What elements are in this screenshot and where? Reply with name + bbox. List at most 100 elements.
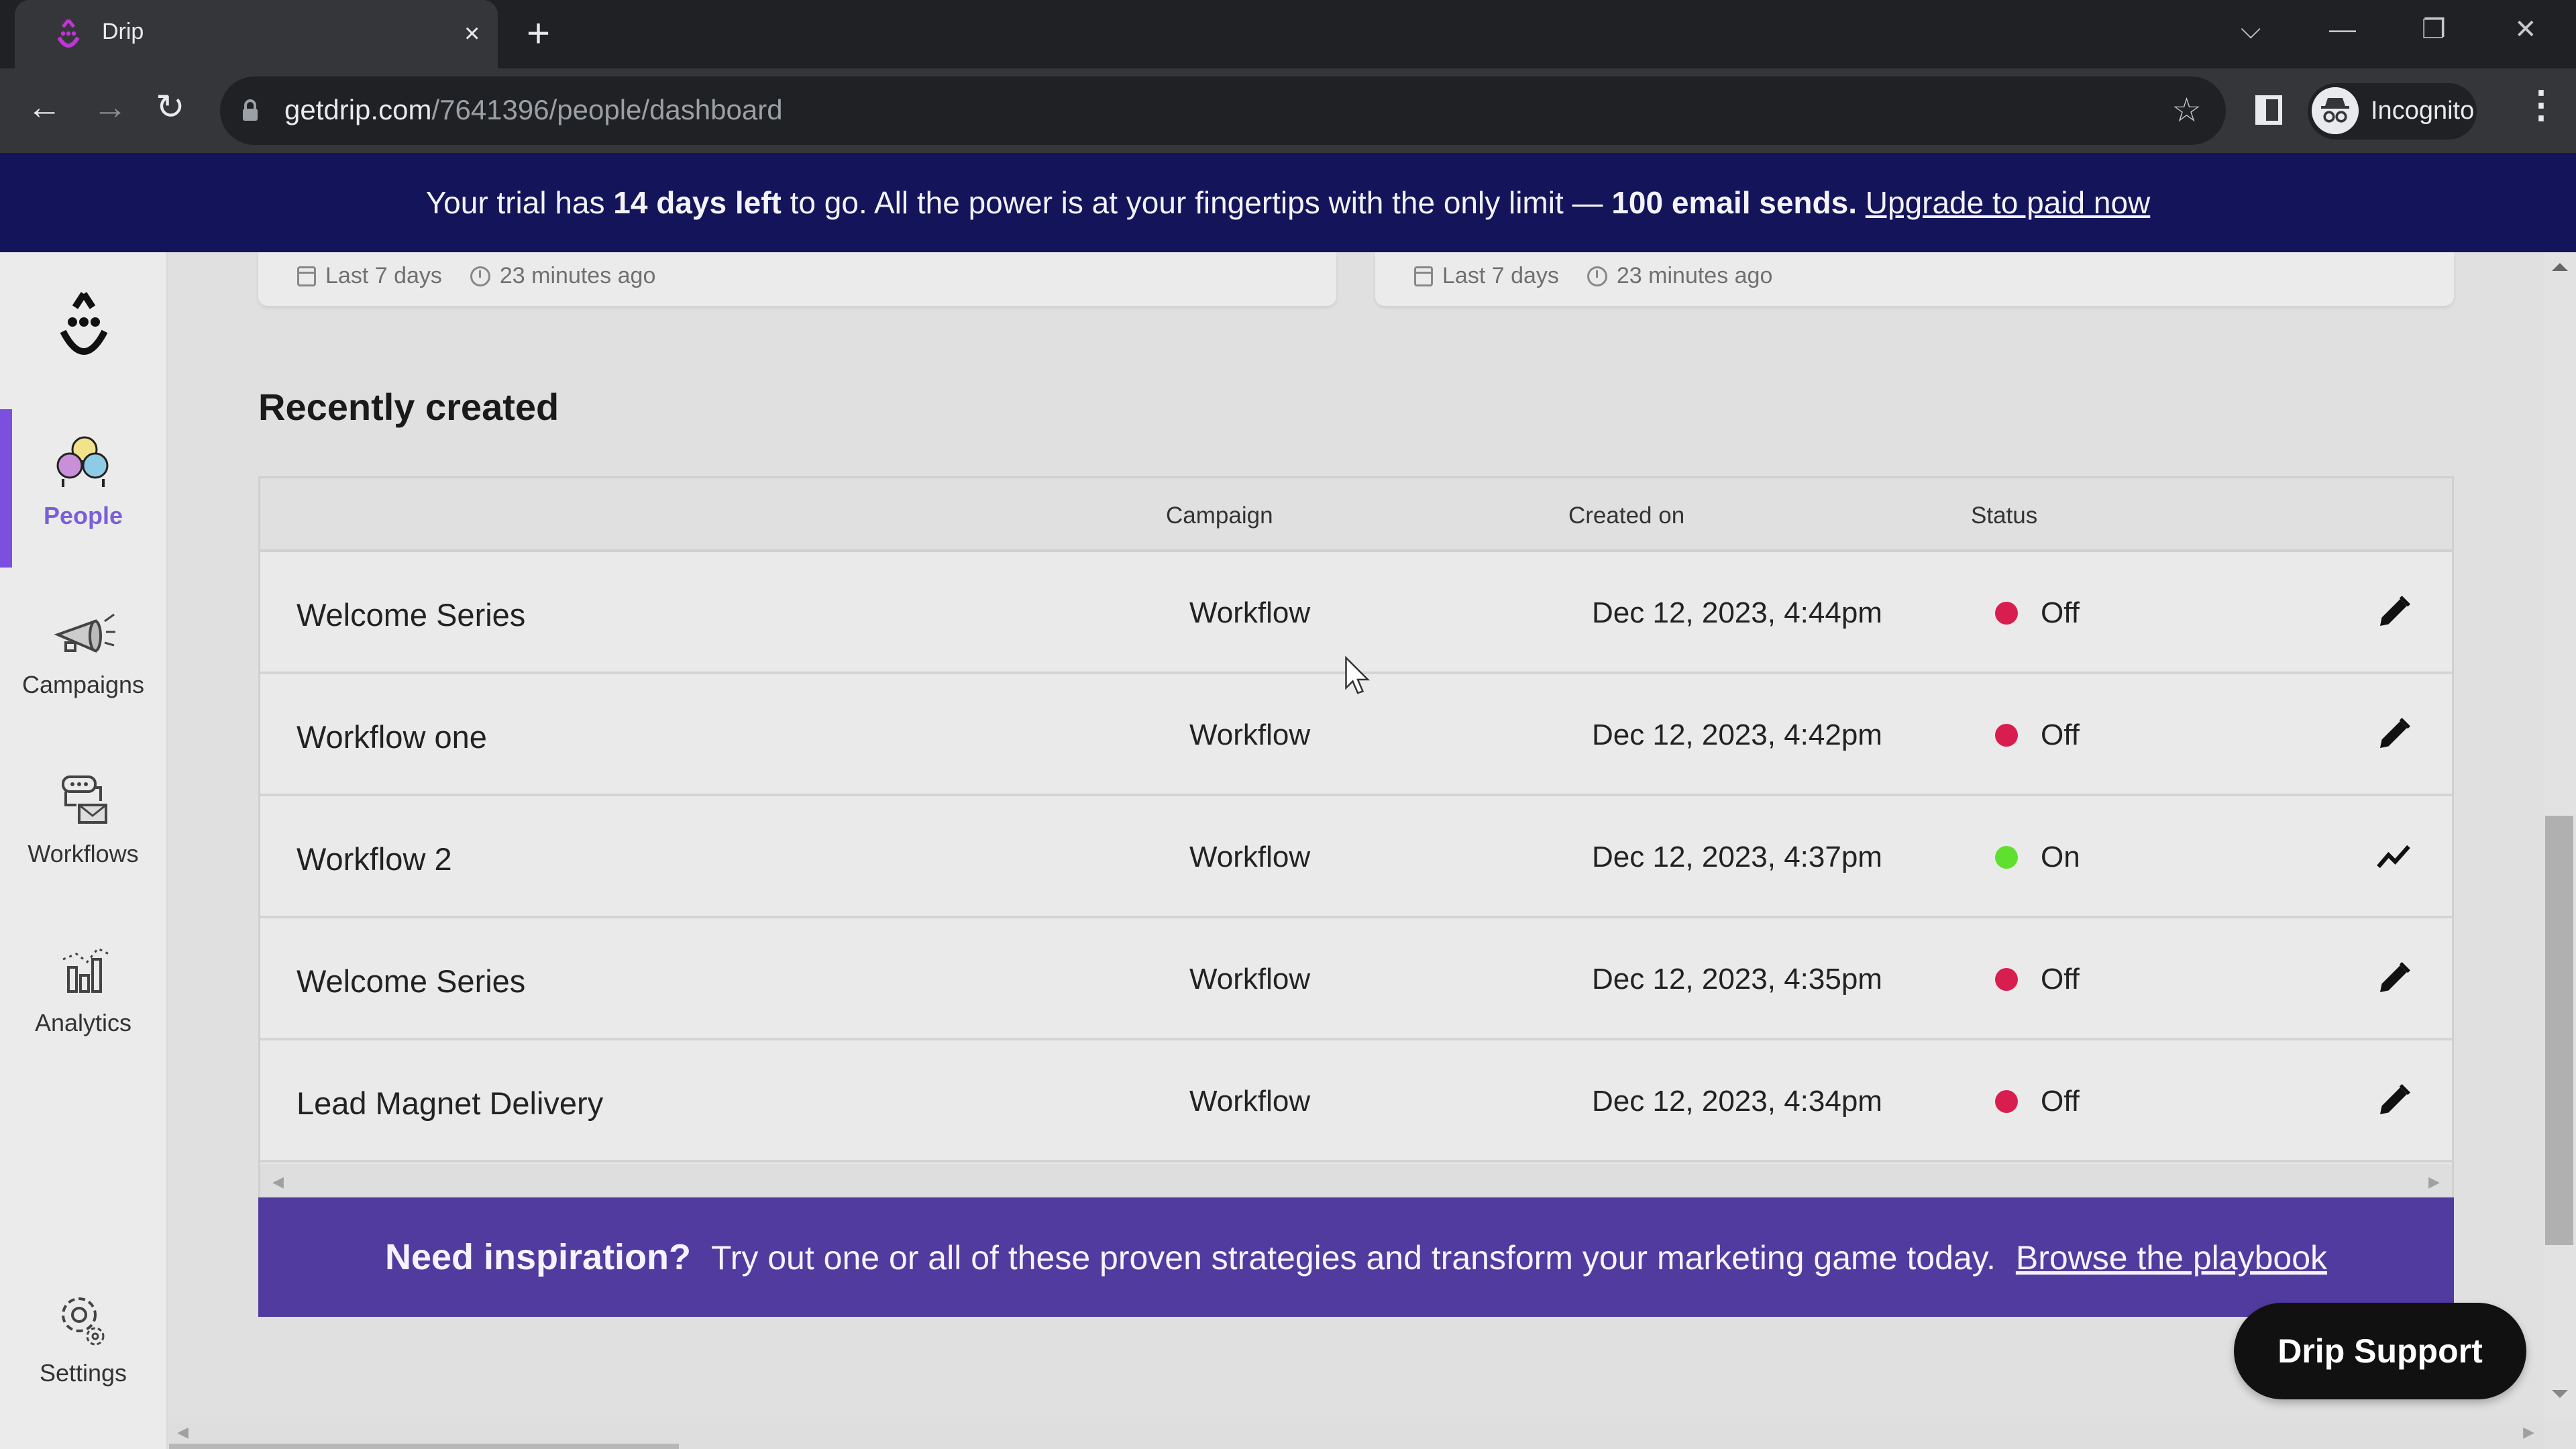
row-created-on: Dec 12, 2023, 4:34pm bbox=[1592, 1085, 1882, 1118]
column-header-created-on[interactable]: Created on bbox=[1568, 502, 1684, 529]
tab-close-icon[interactable]: × bbox=[464, 15, 480, 52]
tab-title: Drip bbox=[102, 19, 144, 44]
row-name[interactable]: Lead Magnet Delivery bbox=[297, 1085, 603, 1122]
back-icon[interactable]: ← bbox=[27, 86, 62, 129]
inspiration-text: Try out one or all of these proven strat… bbox=[711, 1239, 1996, 1277]
status-dot-icon bbox=[1995, 968, 2018, 991]
scroll-down-icon[interactable] bbox=[2552, 1390, 2568, 1398]
incognito-profile-button[interactable]: Incognito bbox=[2308, 83, 2477, 140]
horizontal-scroll-thumb[interactable] bbox=[169, 1444, 679, 1449]
side-panel-icon[interactable] bbox=[2255, 95, 2282, 125]
row-name[interactable]: Workflow 2 bbox=[297, 841, 452, 877]
browser-toolbar: ← → ↻ getdrip.com/7641396/people/dashboa… bbox=[0, 68, 2576, 153]
page-horizontal-scrollbar[interactable]: ◀ ▶ bbox=[168, 1417, 2544, 1449]
sidebar: People Campaigns Workflows Analytics Set… bbox=[0, 252, 168, 1449]
megaphone-icon bbox=[54, 613, 115, 653]
status-dot-icon bbox=[1995, 1090, 2018, 1113]
summary-card: Last 7 days 23 minutes ago bbox=[258, 252, 1336, 306]
incognito-icon bbox=[2312, 87, 2359, 134]
row-status: Off bbox=[2041, 1085, 2080, 1118]
analytics-icon bbox=[62, 947, 109, 993]
table-horizontal-scrollbar[interactable]: ◀ ▶ bbox=[260, 1164, 2452, 1197]
row-name[interactable]: Welcome Series bbox=[297, 963, 525, 1000]
edit-icon[interactable] bbox=[2373, 714, 2414, 755]
page-scroll-right-icon[interactable]: ▶ bbox=[2523, 1424, 2534, 1441]
row-name[interactable]: Welcome Series bbox=[297, 596, 525, 633]
scroll-up-icon[interactable] bbox=[2552, 263, 2568, 271]
sidebar-item-settings[interactable]: Settings bbox=[0, 1267, 166, 1421]
drip-favicon-icon bbox=[57, 19, 80, 48]
browser-tab[interactable]: Drip × bbox=[15, 0, 498, 68]
minimize-icon[interactable]: — bbox=[2329, 11, 2356, 48]
drip-logo-icon[interactable] bbox=[54, 291, 114, 365]
calendar-icon bbox=[297, 266, 316, 286]
column-header-campaign[interactable]: Campaign bbox=[1166, 502, 1273, 529]
card-updated: 23 minutes ago bbox=[1616, 263, 1773, 288]
inspiration-heading: Need inspiration? bbox=[384, 1237, 692, 1277]
tab-search-icon[interactable]: ⌵ bbox=[2241, 11, 2261, 48]
stats-icon[interactable] bbox=[2373, 837, 2414, 877]
trial-days-left: 14 days left bbox=[613, 185, 782, 220]
edit-icon[interactable] bbox=[2373, 592, 2414, 633]
url-text[interactable]: getdrip.com/7641396/people/dashboard bbox=[284, 94, 783, 126]
trial-middle: to go. All the power is at your fingerti… bbox=[781, 185, 1612, 220]
row-status: Off bbox=[2041, 718, 2080, 751]
row-campaign-type: Workflow bbox=[1189, 718, 1311, 751]
status-dot-icon bbox=[1995, 846, 2018, 869]
close-window-icon[interactable]: ✕ bbox=[2514, 11, 2537, 48]
page-scroll-left-icon[interactable]: ◀ bbox=[177, 1424, 189, 1441]
browser-menu-icon[interactable]: ⋮ bbox=[2522, 83, 2560, 126]
recently-created-table: Campaign Created on Status Welcome Serie… bbox=[258, 476, 2454, 1197]
row-status: Off bbox=[2041, 963, 2080, 996]
edit-icon[interactable] bbox=[2373, 1081, 2414, 1121]
recently-created-heading: Recently created bbox=[258, 386, 559, 428]
sidebar-label-settings: Settings bbox=[39, 1359, 127, 1387]
sidebar-label-analytics: Analytics bbox=[34, 1009, 132, 1036]
scroll-left-icon[interactable]: ◀ bbox=[272, 1173, 284, 1191]
sidebar-item-analytics[interactable]: Analytics bbox=[0, 916, 166, 1071]
row-created-on: Dec 12, 2023, 4:35pm bbox=[1592, 963, 1882, 996]
new-tab-button[interactable]: + bbox=[527, 12, 550, 55]
card-range: Last 7 days bbox=[325, 263, 442, 288]
sidebar-item-campaigns[interactable]: Campaigns bbox=[0, 578, 166, 733]
table-row[interactable]: Welcome Series Workflow Dec 12, 2023, 4:35… bbox=[260, 918, 2452, 1040]
scroll-right-icon[interactable]: ▶ bbox=[2428, 1173, 2440, 1191]
card-updated: 23 minutes ago bbox=[499, 263, 656, 288]
sidebar-item-people[interactable]: People bbox=[0, 409, 166, 568]
browse-playbook-link[interactable]: Browse the playbook bbox=[2016, 1239, 2327, 1277]
row-campaign-type: Workflow bbox=[1189, 963, 1311, 996]
trial-prefix: Your trial has bbox=[425, 185, 614, 220]
lock-icon bbox=[243, 99, 258, 121]
inspiration-banner: Need inspiration? Try out one or all of t… bbox=[258, 1197, 2454, 1317]
page-vertical-scrollbar[interactable] bbox=[2544, 252, 2576, 1419]
edit-icon[interactable] bbox=[2373, 959, 2414, 999]
address-bar[interactable]: getdrip.com/7641396/people/dashboard ☆ bbox=[220, 76, 2226, 145]
sidebar-item-workflows[interactable]: Workflows bbox=[0, 747, 166, 902]
workflow-icon bbox=[62, 775, 107, 824]
row-name[interactable]: Workflow one bbox=[297, 718, 487, 755]
status-dot-icon bbox=[1995, 724, 2018, 747]
people-icon bbox=[56, 436, 109, 487]
restore-icon[interactable]: ❐ bbox=[2422, 11, 2446, 48]
summary-card: Last 7 days 23 minutes ago bbox=[1375, 252, 2454, 306]
upgrade-link[interactable]: Upgrade to paid now bbox=[1866, 185, 2151, 220]
reload-icon[interactable]: ↻ bbox=[156, 86, 185, 129]
row-created-on: Dec 12, 2023, 4:37pm bbox=[1592, 841, 1882, 873]
table-row[interactable]: Lead Magnet Delivery Workflow Dec 12, 2023… bbox=[260, 1040, 2452, 1163]
row-created-on: Dec 12, 2023, 4:42pm bbox=[1592, 718, 1882, 751]
vertical-scroll-thumb[interactable] bbox=[2545, 816, 2573, 1245]
clock-icon bbox=[470, 266, 490, 286]
row-created-on: Dec 12, 2023, 4:44pm bbox=[1592, 596, 1882, 629]
sidebar-label-campaigns: Campaigns bbox=[21, 671, 145, 698]
row-campaign-type: Workflow bbox=[1189, 1085, 1311, 1118]
column-header-status[interactable]: Status bbox=[1971, 502, 2037, 529]
bookmark-star-icon[interactable]: ☆ bbox=[2171, 91, 2202, 129]
table-header: Campaign Created on Status bbox=[260, 478, 2452, 552]
table-row[interactable]: Workflow 2 Workflow Dec 12, 2023, 4:37pm On bbox=[260, 796, 2452, 918]
trial-limit: 100 email sends. bbox=[1611, 185, 1857, 220]
drip-support-button[interactable]: Drip Support bbox=[2234, 1303, 2526, 1399]
clock-icon bbox=[1587, 266, 1607, 286]
mouse-cursor-icon bbox=[1345, 656, 1371, 694]
trial-banner: Your trial has 14 days left to go. All t… bbox=[0, 153, 2576, 252]
forward-icon[interactable]: → bbox=[93, 86, 127, 129]
